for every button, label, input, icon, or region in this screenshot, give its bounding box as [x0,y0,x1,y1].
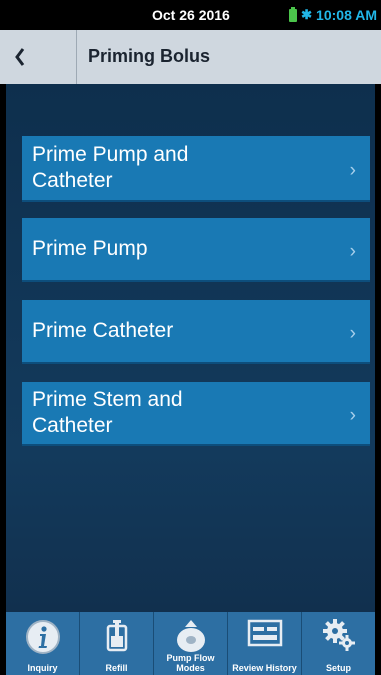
status-right: ✱ 10:08 AM [289,6,377,23]
tab-refill[interactable]: Refill [80,612,154,675]
menu-label: Prime Catheter [32,319,174,342]
status-time: 10:08 AM [316,7,377,23]
tab-label: Setup [325,663,351,673]
prime-catheter-button[interactable]: Prime Catheter › [22,300,370,364]
bluetooth-icon: ✱ [301,7,313,22]
menu-panel: Prime Pump and Catheter › Prime Pump › P… [6,84,375,612]
status-bar: Oct 26 2016 ✱ 10:08 AM [0,0,381,30]
info-icon [25,620,60,654]
chevron-right-icon: › [349,160,356,181]
page-title: Priming Bolus [88,46,211,66]
tab-label: Inquiry [27,663,58,673]
review-history-icon [247,619,282,647]
chevron-right-icon: › [349,323,356,344]
title-bar: Priming Bolus [0,30,381,86]
chevron-right-icon: › [349,405,356,426]
battery-icon [289,6,298,22]
tab-setup[interactable]: Setup [302,612,375,675]
tab-label: Review History [232,663,297,673]
tab-pump-flow-modes[interactable]: Pump Flow Modes [154,612,228,675]
prime-pump-button[interactable]: Prime Pump › [22,218,370,282]
prime-pump-and-catheter-button[interactable]: Prime Pump and Catheter › [22,136,370,202]
pump-flow-icon [176,620,205,652]
frame-right [375,84,381,675]
prime-stem-and-catheter-button[interactable]: Prime Stem and Catheter › [22,382,370,446]
back-chevron-icon [15,48,25,66]
status-date: Oct 26 2016 [152,7,230,23]
refill-icon [106,620,127,652]
bottom-tab-bar: Inquiry Refill Pump Flow Modes Review Hi… [6,612,375,675]
tab-review-history[interactable]: Review History [228,612,302,675]
chevron-right-icon: › [349,241,356,262]
tab-label: Pump Flow Modes [166,653,215,673]
tab-inquiry[interactable]: Inquiry [6,612,80,675]
back-button[interactable] [0,30,77,84]
gears-icon [322,619,355,651]
menu-label: Prime Pump and Catheter [32,143,189,192]
tab-label: Refill [105,663,128,673]
menu-label: Prime Pump [32,237,148,260]
menu-label: Prime Stem and Catheter [32,388,183,437]
